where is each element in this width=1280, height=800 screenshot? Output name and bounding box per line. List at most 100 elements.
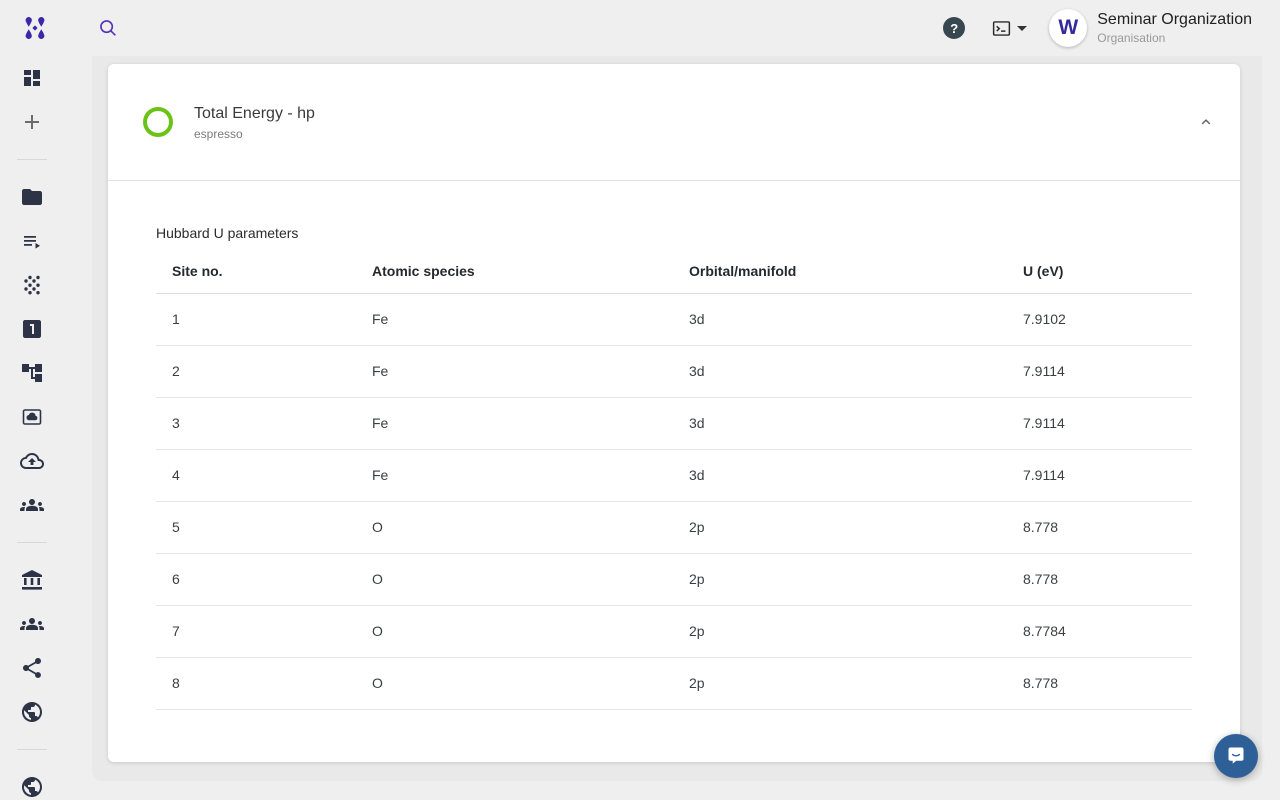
table-cell: O (356, 554, 673, 606)
table-cell: 1 (156, 294, 356, 346)
sidebar-item-groups[interactable] (0, 483, 64, 527)
table-cell: 2p (673, 606, 1007, 658)
sidebar-item-globe-2[interactable] (0, 765, 64, 800)
card-header[interactable]: Total Energy - hp espresso (108, 64, 1240, 181)
chat-bubble-icon (1224, 744, 1248, 768)
table-cell: 7.9102 (1007, 294, 1192, 346)
globe-icon (20, 700, 44, 724)
terminal-icon (991, 18, 1012, 39)
table-row: 1Fe3d7.9102 (156, 294, 1192, 346)
sidebar-item-globe[interactable] (0, 690, 64, 734)
table-cell: O (356, 658, 673, 710)
table-cell: 3d (673, 450, 1007, 502)
sidebar-item-share[interactable] (0, 646, 64, 690)
table-column-header: Atomic species (356, 251, 673, 294)
terminal-dropdown-button[interactable] (991, 18, 1027, 39)
topbar: ? W Seminar Organization Organisation (0, 0, 1280, 56)
table-cell: 7.9114 (1007, 398, 1192, 450)
table-cell: 2 (156, 346, 356, 398)
table-cell: 8.778 (1007, 502, 1192, 554)
bank-icon (20, 568, 44, 592)
table-cell: O (356, 606, 673, 658)
table-cell: 7 (156, 606, 356, 658)
globe-icon (20, 775, 44, 799)
card-title-block: Total Energy - hp espresso (194, 104, 315, 141)
topbar-right: ? W Seminar Organization Organisation (943, 9, 1280, 47)
sidebar-item-looks-one[interactable] (0, 307, 64, 351)
help-glyph: ? (950, 21, 958, 36)
org-name: Seminar Organization (1097, 10, 1252, 30)
sidebar (0, 56, 64, 800)
table-row: 6O2p8.778 (156, 554, 1192, 606)
card-title: Total Energy - hp (194, 104, 315, 124)
chevron-up-icon (1197, 113, 1215, 131)
status-ring-icon (143, 107, 173, 137)
table-cell: Fe (356, 398, 673, 450)
sidebar-item-institution[interactable] (0, 558, 64, 602)
card-subtitle: espresso (194, 127, 315, 141)
account-menu[interactable]: W Seminar Organization Organisation (1049, 9, 1252, 47)
table-cell: 8.778 (1007, 658, 1192, 710)
app-logo[interactable] (21, 14, 49, 42)
sidebar-item-dashboard[interactable] (0, 56, 64, 100)
table-row: 5O2p8.778 (156, 502, 1192, 554)
card-body: Hubbard U parameters Site no.Atomic spec… (108, 181, 1240, 710)
cloud-upload-icon (20, 449, 44, 473)
sidebar-item-playlist[interactable] (0, 219, 64, 263)
sidebar-item-folder[interactable] (0, 175, 64, 219)
app-logo-icon (22, 15, 48, 41)
plus-icon (20, 110, 44, 134)
groups-icon (20, 612, 44, 636)
table-column-header: Site no. (156, 251, 356, 294)
table-cell: 6 (156, 554, 356, 606)
sidebar-item-tree[interactable] (0, 351, 64, 395)
table-row: 2Fe3d7.9114 (156, 346, 1192, 398)
grain-dots-icon (20, 273, 44, 297)
table-cell: 2p (673, 658, 1007, 710)
table-cell: Fe (356, 450, 673, 502)
playlist-play-icon (20, 229, 44, 253)
sidebar-item-add[interactable] (0, 100, 64, 144)
table-cell: 3d (673, 294, 1007, 346)
table-cell: 3d (673, 398, 1007, 450)
table-cell: 4 (156, 450, 356, 502)
sidebar-item-grain[interactable] (0, 263, 64, 307)
sidebar-item-groups-2[interactable] (0, 602, 64, 646)
avatar-letter: W (1058, 16, 1078, 40)
table-cell: 3d (673, 346, 1007, 398)
sidebar-item-cloud-box[interactable] (0, 395, 64, 439)
sidebar-divider (17, 159, 47, 160)
sidebar-divider (17, 749, 47, 750)
table-cell: Fe (356, 294, 673, 346)
org-type: Organisation (1097, 30, 1252, 46)
table-row: 7O2p8.7784 (156, 606, 1192, 658)
table-body: 1Fe3d7.91022Fe3d7.91143Fe3d7.91144Fe3d7.… (156, 294, 1192, 710)
table-column-header: U (eV) (1007, 251, 1192, 294)
cloud-box-icon (20, 405, 44, 429)
table-cell: 3 (156, 398, 356, 450)
groups-icon (20, 493, 44, 517)
table-cell: 7.9114 (1007, 346, 1192, 398)
table-row: 4Fe3d7.9114 (156, 450, 1192, 502)
table-cell: Fe (356, 346, 673, 398)
folder-icon (20, 185, 44, 209)
hubbard-table: Site no.Atomic speciesOrbital/manifoldU … (156, 251, 1192, 710)
process-card: Total Energy - hp espresso Hubbard U par… (108, 64, 1240, 762)
table-cell: O (356, 502, 673, 554)
table-cell: 8.7784 (1007, 606, 1192, 658)
collapse-button[interactable] (1194, 110, 1218, 134)
org-block: Seminar Organization Organisation (1097, 10, 1252, 46)
table-cell: 7.9114 (1007, 450, 1192, 502)
table-cell: 2p (673, 502, 1007, 554)
help-button[interactable]: ? (943, 17, 965, 39)
table-row: 8O2p8.778 (156, 658, 1192, 710)
search-button[interactable] (95, 15, 121, 41)
chat-launcher-button[interactable] (1214, 734, 1258, 778)
section-title: Hubbard U parameters (156, 181, 1192, 241)
sidebar-item-cloud-upload[interactable] (0, 439, 64, 483)
avatar: W (1049, 9, 1087, 47)
table-cell: 2p (673, 554, 1007, 606)
chevron-down-icon (1017, 26, 1027, 31)
sidebar-divider (17, 542, 47, 543)
dashboard-icon (20, 66, 44, 90)
